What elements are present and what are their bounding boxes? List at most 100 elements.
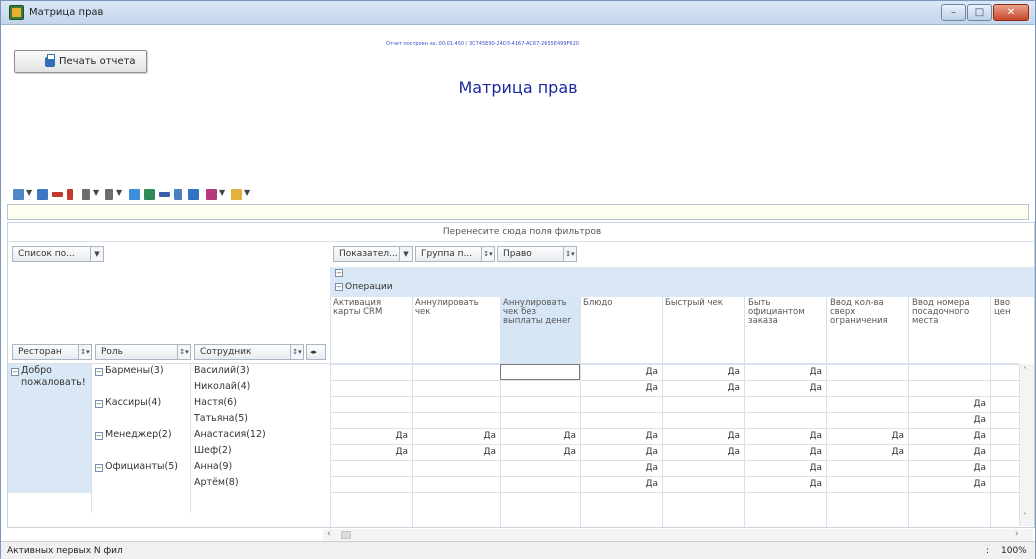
matrix-cell[interactable]: Да bbox=[744, 447, 822, 457]
chart-icon[interactable] bbox=[37, 189, 48, 200]
matrix-cell[interactable]: Да bbox=[744, 367, 822, 377]
scroll-down-icon[interactable]: ˅ bbox=[1023, 512, 1027, 521]
sort-filter-icon[interactable]: ↕▾ bbox=[177, 345, 190, 359]
employee-label: Артём(8) bbox=[194, 477, 239, 488]
vertical-scrollbar[interactable]: ˄ ˅ bbox=[1019, 364, 1034, 526]
collapse-icon[interactable] bbox=[67, 189, 73, 200]
matrix-cell[interactable]: Да bbox=[908, 431, 986, 441]
collapse-all-icon[interactable]: − bbox=[335, 269, 343, 277]
scroll-left-icon[interactable]: ‹ bbox=[327, 529, 331, 539]
matrix-cell[interactable]: Да bbox=[500, 431, 576, 441]
matrix-cell[interactable]: Да bbox=[744, 431, 822, 441]
rows-icon[interactable] bbox=[105, 189, 113, 200]
matrix-cell[interactable]: Да bbox=[330, 447, 408, 457]
matrix-cell[interactable]: Да bbox=[744, 383, 822, 393]
active-cell[interactable] bbox=[500, 364, 580, 380]
dropdown-arrow-icon[interactable]: ▼ bbox=[90, 247, 103, 261]
dropdown-arrow-icon[interactable]: ▼ bbox=[26, 188, 32, 197]
column-header[interactable]: Вво цен bbox=[994, 299, 1016, 329]
dropdown-arrow-icon[interactable]: ▼ bbox=[244, 188, 250, 197]
close-button[interactable]: ✕ bbox=[993, 4, 1029, 21]
matrix-cell[interactable]: Да bbox=[580, 367, 658, 377]
column-field-group[interactable]: Группа п... ↕▾ bbox=[415, 246, 495, 262]
zoom-level[interactable]: 100% bbox=[1001, 546, 1027, 556]
matrix-cell[interactable]: Да bbox=[580, 383, 658, 393]
column-header[interactable]: Ввод кол-ва сверх ограничения bbox=[830, 299, 904, 326]
grid-icon[interactable] bbox=[129, 189, 140, 200]
dropdown-arrow-icon[interactable]: ▼ bbox=[93, 188, 99, 197]
matrix-cell[interactable]: Да bbox=[662, 383, 740, 393]
scroll-up-icon[interactable]: ˄ bbox=[1023, 366, 1027, 375]
filter-drop-area[interactable]: Перенесите сюда поля фильтров bbox=[8, 227, 1034, 237]
matrix-cell[interactable]: Да bbox=[500, 447, 576, 457]
sort-filter-icon[interactable]: ↕▾ bbox=[78, 345, 91, 359]
matrix-cell[interactable]: Да bbox=[744, 463, 822, 473]
collapse-role-icon[interactable]: − bbox=[95, 400, 103, 408]
matrix-cell[interactable]: Да bbox=[580, 463, 658, 473]
horizontal-scrollbar[interactable]: ‹ › bbox=[323, 529, 1033, 541]
expand-icon[interactable] bbox=[52, 192, 63, 197]
column-header[interactable]: Аннулировать чек без выплаты денег bbox=[503, 299, 577, 326]
column-field-indicator[interactable]: Показател... ▼ bbox=[333, 246, 413, 262]
sort-filter-icon[interactable]: ↕▾ bbox=[481, 247, 494, 261]
matrix-cell[interactable]: Да bbox=[412, 447, 496, 457]
sort-filter-icon[interactable]: ↕▾ bbox=[563, 247, 576, 261]
layout-icon[interactable] bbox=[13, 189, 24, 200]
matrix-cell[interactable]: Да bbox=[908, 447, 986, 457]
collapse-role-icon[interactable]: − bbox=[95, 464, 103, 472]
filter-icon[interactable] bbox=[174, 189, 182, 200]
export-icon[interactable] bbox=[206, 189, 217, 200]
columns-icon[interactable] bbox=[82, 189, 90, 200]
matrix-cell[interactable]: Да bbox=[580, 479, 658, 489]
collapse-role-icon[interactable]: − bbox=[95, 432, 103, 440]
column-header[interactable]: Быстрый чек bbox=[665, 299, 735, 308]
matrix-cell[interactable]: Да bbox=[580, 431, 658, 441]
matrix-cell[interactable]: Да bbox=[580, 447, 658, 457]
dropdown-arrow-icon[interactable]: ▼ bbox=[399, 247, 412, 261]
column-header[interactable]: Активация карты CRM bbox=[333, 299, 401, 317]
row-field-label: Сотрудник bbox=[200, 347, 252, 357]
column-header[interactable]: Ввод номера посадочного места bbox=[912, 299, 984, 326]
column-field-right[interactable]: Право ↕▾ bbox=[497, 246, 577, 262]
number-format-icon[interactable] bbox=[159, 192, 170, 197]
matrix-cell[interactable]: Да bbox=[826, 431, 904, 441]
dropdown-arrow-icon[interactable]: ▼ bbox=[219, 188, 225, 197]
matrix-cell[interactable]: Да bbox=[908, 479, 986, 489]
employee-label: Анастасия(12) bbox=[194, 429, 266, 440]
column-header[interactable]: Быть официантом заказа bbox=[748, 299, 818, 326]
row-field-restaurant[interactable]: Ресторан ↕▾ bbox=[12, 344, 92, 360]
matrix-cell[interactable]: Да bbox=[662, 367, 740, 377]
filter-input[interactable] bbox=[7, 204, 1029, 220]
scroll-fields-button[interactable]: ◂▸ bbox=[306, 344, 326, 360]
collapse-restaurant-icon[interactable]: − bbox=[11, 368, 19, 376]
dropdown-arrow-icon[interactable]: ▼ bbox=[116, 188, 122, 197]
matrix-cell[interactable]: Да bbox=[662, 447, 740, 457]
scroll-right-icon[interactable]: › bbox=[1015, 529, 1019, 539]
maximize-button[interactable]: □ bbox=[967, 4, 992, 21]
matrix-cell[interactable]: Да bbox=[826, 447, 904, 457]
collapse-role-icon[interactable]: − bbox=[95, 368, 103, 376]
folder-icon[interactable] bbox=[231, 189, 242, 200]
matrix-cell[interactable]: Да bbox=[662, 431, 740, 441]
data-fields-button[interactable]: Список по... ▼ bbox=[12, 246, 104, 262]
row-field-role[interactable]: Роль ↕▾ bbox=[95, 344, 191, 360]
excel-icon[interactable] bbox=[144, 189, 155, 200]
matrix-cell[interactable]: Да bbox=[908, 399, 986, 409]
sort-filter-icon[interactable]: ↕▾ bbox=[290, 345, 303, 359]
table-icon[interactable] bbox=[188, 189, 199, 200]
employee-label: Татьяна(5) bbox=[194, 413, 248, 424]
collapse-operations-icon[interactable]: − bbox=[335, 283, 343, 291]
row-field-employee[interactable]: Сотрудник ↕▾ bbox=[194, 344, 304, 360]
matrix-cell[interactable]: Да bbox=[908, 415, 986, 425]
minimize-button[interactable]: – bbox=[941, 4, 966, 21]
scroll-thumb[interactable] bbox=[341, 531, 351, 539]
role-label: Бармены(3) bbox=[105, 365, 164, 376]
column-header[interactable]: Аннулировать чек bbox=[415, 299, 483, 317]
matrix-cell[interactable]: Да bbox=[412, 431, 496, 441]
column-header[interactable]: Блюдо bbox=[583, 299, 653, 308]
matrix-cell[interactable]: Да bbox=[744, 479, 822, 489]
print-report-button[interactable]: Печать отчета bbox=[14, 50, 147, 73]
matrix-cell[interactable]: Да bbox=[908, 463, 986, 473]
role-label: Официанты(5) bbox=[105, 461, 178, 472]
matrix-cell[interactable]: Да bbox=[330, 431, 408, 441]
